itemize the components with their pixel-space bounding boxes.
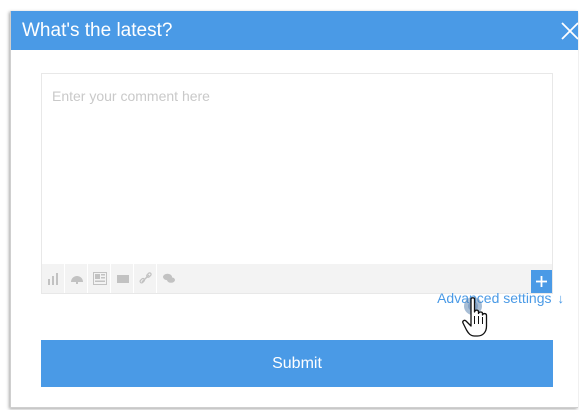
comment-dialog: What's the latest? Enter your comment he…	[10, 11, 578, 408]
report-icon[interactable]	[88, 264, 111, 293]
submit-button[interactable]: Submit	[41, 340, 553, 387]
plus-icon	[536, 276, 547, 287]
storyboard-icon[interactable]	[111, 264, 134, 293]
link-icon[interactable]	[134, 264, 157, 293]
close-icon[interactable]	[558, 19, 578, 43]
comment-icon[interactable]	[157, 264, 180, 293]
advanced-settings-label: Advanced settings	[437, 290, 552, 306]
dialog-title: What's the latest?	[22, 20, 173, 41]
dialog-header: What's the latest?	[11, 11, 578, 50]
comment-editor	[41, 73, 553, 294]
arrow-down-icon: ↓	[557, 291, 565, 306]
comment-input[interactable]	[42, 74, 552, 250]
bar-chart-icon[interactable]	[42, 264, 65, 293]
advanced-settings-link[interactable]: Advanced settings ↓	[437, 290, 564, 306]
editor-toolbar	[42, 264, 552, 293]
dashboard-icon[interactable]	[65, 264, 88, 293]
